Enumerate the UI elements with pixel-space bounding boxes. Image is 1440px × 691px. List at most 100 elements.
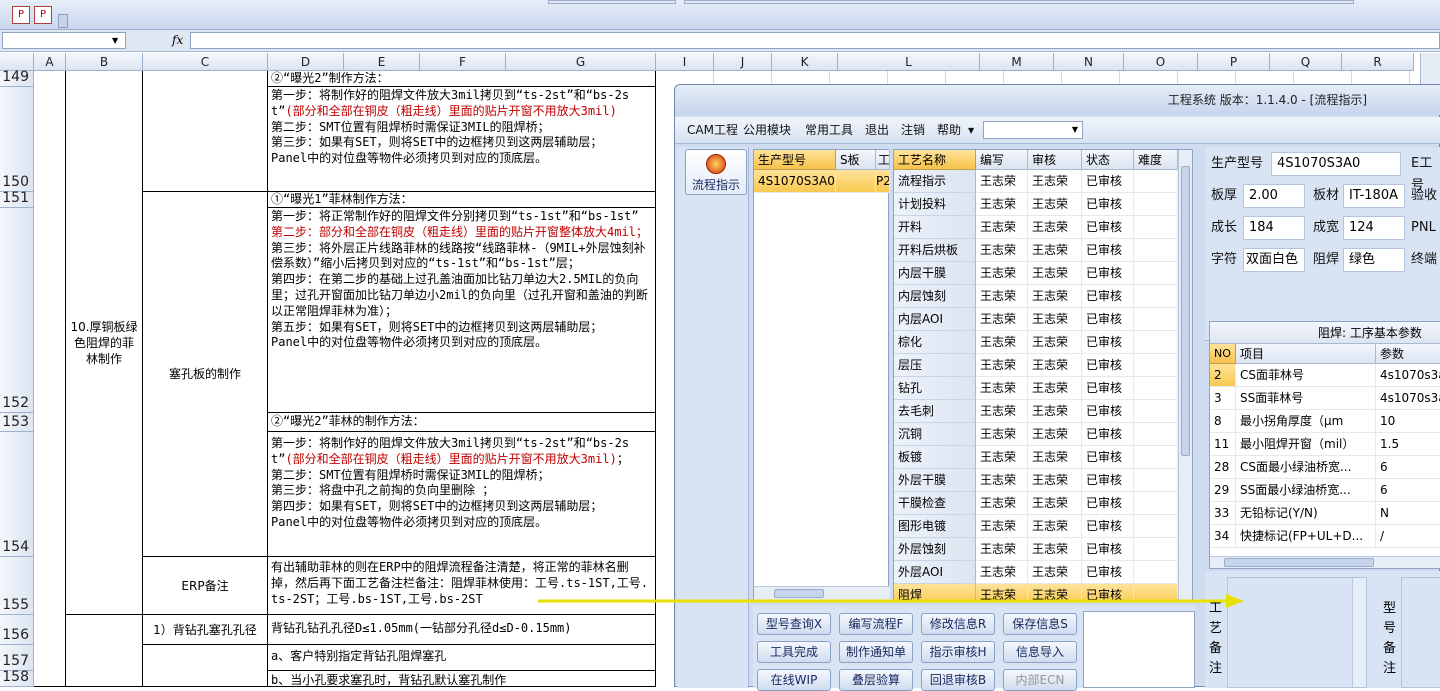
proc-reviewer-cell[interactable]: 王志荣 [1028,469,1082,492]
mask-field[interactable]: 绿色 [1343,248,1405,272]
param-item-cell[interactable]: 快捷标记(FP+UL+D... [1236,525,1376,548]
param-value-cell[interactable]: 6 [1376,479,1440,502]
param-value-cell[interactable]: 4s1070s3a [1376,387,1440,410]
proc-status-cell[interactable]: 已审核 [1082,446,1134,469]
proc-reviewer-cell[interactable]: 王志荣 [1028,538,1082,561]
proc-difficulty-cell[interactable] [1134,538,1178,561]
col-header-j[interactable]: J [714,53,772,71]
col-header-b[interactable]: B [66,53,143,71]
proc-difficulty-cell[interactable] [1134,262,1178,285]
cell-d-152[interactable]: 第一步：将正常制作好的阻焊文件分别拷贝到“ts-1st”和“bs-1st” 第二… [268,208,656,413]
name-box-dropdown-icon[interactable]: ▼ [112,36,118,45]
proc-name-cell[interactable]: 板镀 [894,446,976,469]
row-header-154[interactable]: 154 [0,432,34,557]
tool-complete-button[interactable]: 工具完成 [757,641,831,663]
col-header-g[interactable]: G [506,53,656,71]
row-header-150[interactable]: 150 [0,87,34,192]
write-process-button[interactable]: 编写流程F [839,613,913,635]
cell-d-150[interactable]: 第一步：将制作好的阻焊文件放大3mil拷贝到“ts-2st”和“bs-2st”(… [268,87,656,192]
cell-d-156[interactable]: 背钻孔钻孔孔径D≤1.05mm(一钻部分孔径d≤D-0.15mm) [268,615,656,645]
proc-reviewer-cell[interactable]: 王志荣 [1028,285,1082,308]
menu-help[interactable]: 帮助 [937,117,961,144]
proc-writer-cell[interactable]: 王志荣 [976,469,1028,492]
cell-d-151[interactable]: ①“曝光1”菲林制作方法： [268,192,656,208]
param-item-cell[interactable]: 最小阻焊开窗（mil） [1236,433,1376,456]
proc-name-cell[interactable]: 开料后烘板 [894,239,976,262]
menu-combo[interactable]: ▼ [983,121,1083,139]
proc-writer-cell[interactable]: 王志荣 [976,216,1028,239]
proc-reviewer-cell[interactable]: 王志荣 [1028,239,1082,262]
proc-difficulty-cell[interactable] [1134,331,1178,354]
proc-name-cell[interactable]: 去毛刺 [894,400,976,423]
toolbar-options-icon[interactable] [58,14,68,28]
param-value-cell[interactable]: / [1376,525,1440,548]
save-info-button[interactable]: 保存信息S [1003,613,1077,635]
param-item-cell[interactable]: SS面最小绿油桥宽... [1236,479,1376,502]
params-hscroll[interactable] [1210,556,1440,568]
proc-reviewer-cell[interactable]: 王志荣 [1028,331,1082,354]
notes-box[interactable] [1083,611,1195,688]
proc-difficulty-cell[interactable] [1134,354,1178,377]
proc-name-cell[interactable]: 层压 [894,354,976,377]
row-header-149[interactable]: 149 [0,69,34,87]
review-button[interactable]: 指示审核H [921,641,995,663]
cell-d-158[interactable]: b、当小孔要求塞孔时，背钻孔默认塞孔制作 [268,671,656,687]
col-header-l[interactable]: L [838,53,980,71]
param-value-cell[interactable]: 1.5 [1376,433,1440,456]
nav-process[interactable]: 流程指示 [685,149,747,195]
proc-difficulty-cell[interactable] [1134,308,1178,331]
cell-d-149[interactable]: ②“曝光2”制作方法： [268,71,656,87]
edit-info-button[interactable]: 修改信息R [921,613,995,635]
row-header-151[interactable]: 151 [0,190,34,208]
notice-button[interactable]: 制作通知单 [839,641,913,663]
param-item-cell[interactable]: SS面菲林号 [1236,387,1376,410]
proc-name-cell[interactable]: 内层干膜 [894,262,976,285]
model-col-prod[interactable]: 生产型号 [754,150,836,170]
param-value-cell[interactable]: 6 [1376,456,1440,479]
row-header-158[interactable]: 158 [0,669,34,687]
proc-reviewer-cell[interactable]: 王志荣 [1028,423,1082,446]
proc-col-name[interactable]: 工艺名称 [894,150,976,170]
col-header-f[interactable]: F [420,53,506,71]
proc-name-cell[interactable]: 干膜检查 [894,492,976,515]
proc-writer-cell[interactable]: 王志荣 [976,561,1028,584]
proc-status-cell[interactable]: 已审核 [1082,193,1134,216]
proc-status-cell[interactable]: 已审核 [1082,377,1134,400]
cell-a-merged[interactable] [34,71,66,687]
proc-difficulty-cell[interactable] [1134,446,1178,469]
proc-difficulty-cell[interactable] [1134,285,1178,308]
param-no-cell[interactable]: 28 [1210,456,1236,479]
param-no-cell[interactable]: 29 [1210,479,1236,502]
proc-reviewer-cell[interactable]: 王志荣 [1028,446,1082,469]
param-value-cell[interactable]: 4s1070s3a [1376,364,1440,387]
col-header-k[interactable]: K [772,53,838,71]
len-field[interactable]: 184 [1243,216,1305,240]
proc-writer-cell[interactable]: 王志荣 [976,239,1028,262]
proc-reviewer-cell[interactable]: 王志荣 [1028,262,1082,285]
proc-reviewer-cell[interactable]: 王志荣 [1028,354,1082,377]
cell-b-156[interactable] [66,615,143,687]
proc-status-cell[interactable]: 已审核 [1082,354,1134,377]
proc-status-cell[interactable]: 已审核 [1082,492,1134,515]
proc-writer-cell[interactable]: 王志荣 [976,285,1028,308]
stackup-button[interactable]: 叠层验算 [839,669,913,691]
proc-writer-cell[interactable]: 王志荣 [976,262,1028,285]
cell-c-149[interactable] [143,71,268,192]
proc-status-cell[interactable]: 已审核 [1082,561,1134,584]
proc-writer-cell[interactable]: 王志荣 [976,423,1028,446]
col-header-i[interactable]: I [656,53,714,71]
import-button[interactable]: 信息导入 [1003,641,1077,663]
proc-difficulty-cell[interactable] [1134,170,1178,193]
proc-difficulty-cell[interactable] [1134,561,1178,584]
process-vscroll[interactable] [1178,150,1192,600]
col-header-o[interactable]: O [1124,53,1198,71]
toolbar-combo-2[interactable] [684,0,1354,4]
proc-status-cell[interactable]: 已审核 [1082,515,1134,538]
cell-c-erp[interactable]: ERP备注 [143,557,268,615]
proc-name-cell[interactable]: 沉铜 [894,423,976,446]
params-col-value[interactable]: 参数 [1376,344,1440,364]
row-header-153[interactable]: 153 [0,413,34,432]
process-vscroll-thumb[interactable] [1181,166,1190,456]
param-no-cell[interactable]: 8 [1210,410,1236,433]
proc-reviewer-cell[interactable]: 王志荣 [1028,400,1082,423]
